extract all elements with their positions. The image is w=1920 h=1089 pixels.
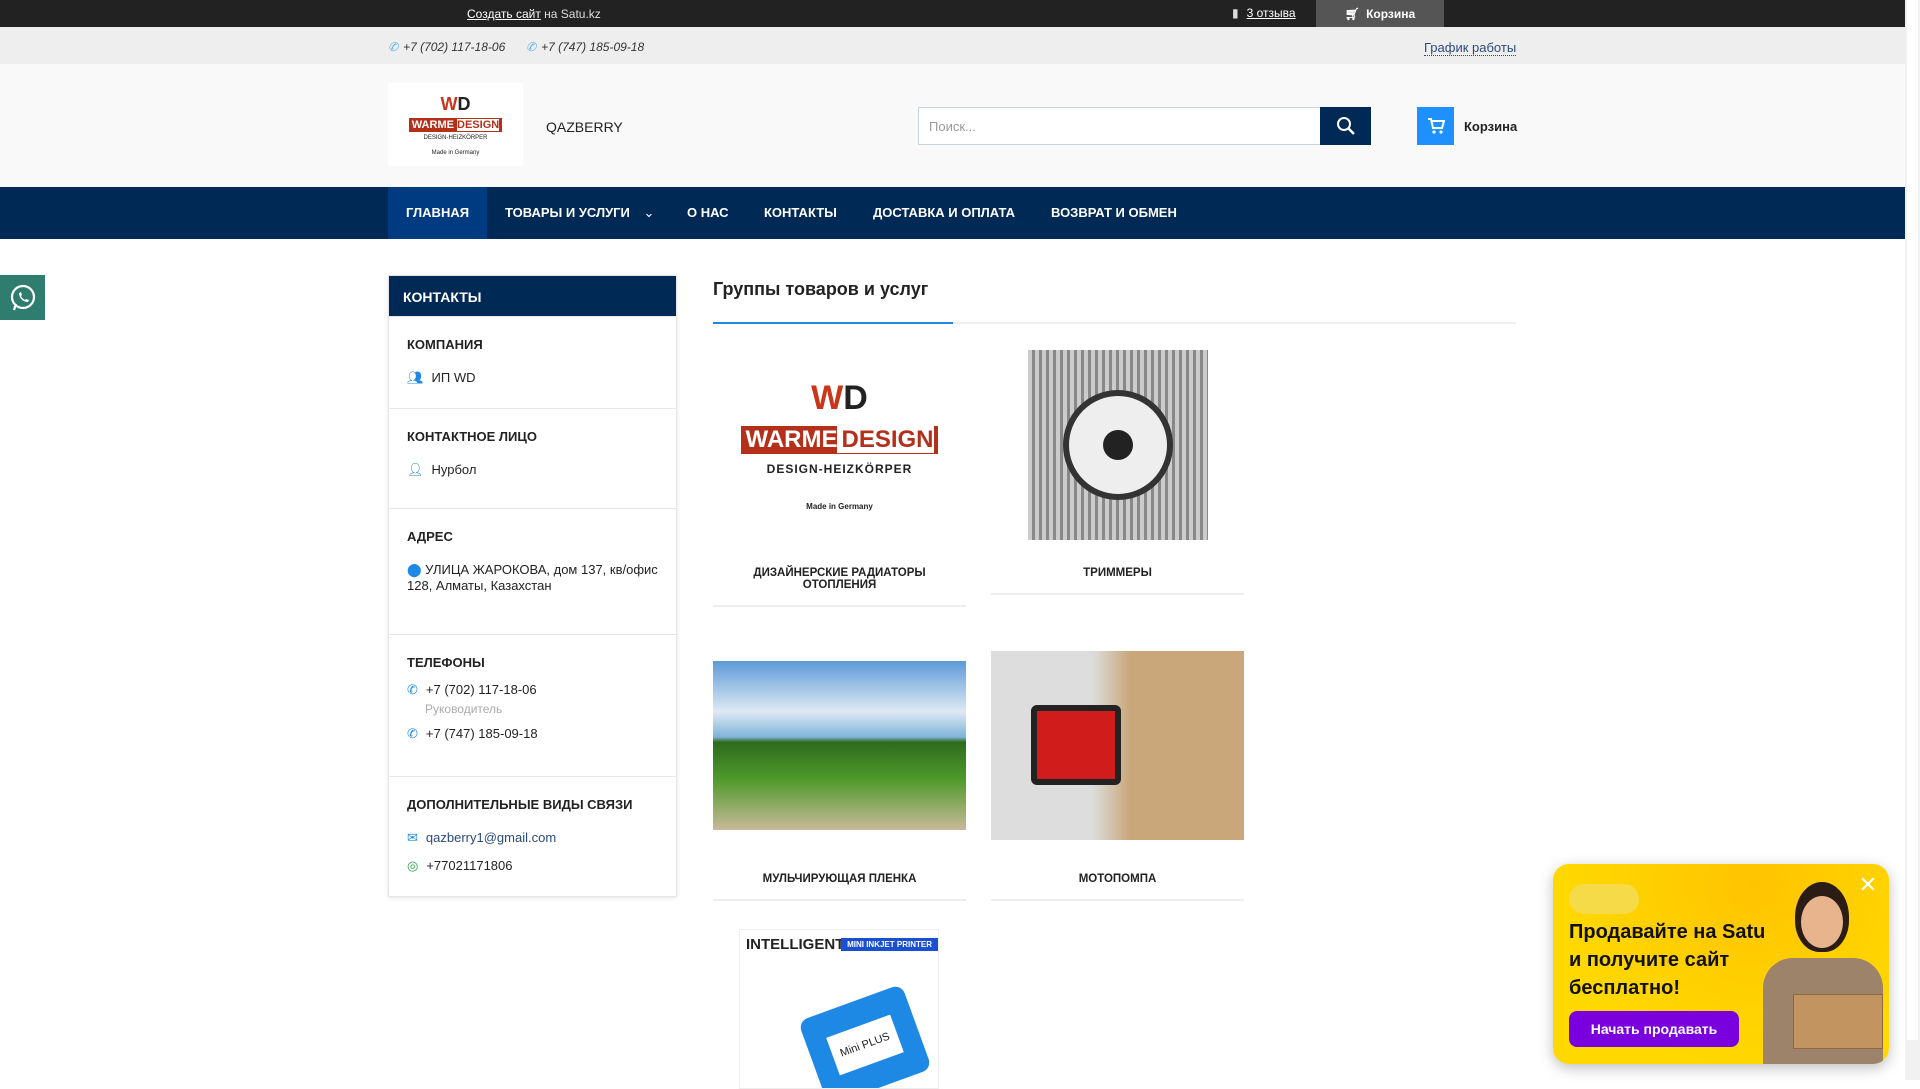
satu-promo-popup: Продавайте на Satu и получите сайт беспл… (1553, 864, 1889, 1064)
company-name: ИП WD (431, 370, 476, 385)
users-icon: 👥︎ (407, 370, 424, 385)
logo-mark: WD (440, 93, 471, 114)
search-icon (1336, 117, 1355, 135)
nav-home[interactable]: ГЛАВНАЯ (388, 187, 488, 239)
top-cart-button[interactable]: 🛒︎ Корзина (1316, 0, 1444, 27)
logo[interactable]: WD WARME DESIGN DESIGN-HEIZKÖRPER Made i… (388, 83, 523, 166)
phone-1-text: +7 (702) 117-18-06 (403, 40, 506, 54)
phone-icon: ✆ (526, 40, 537, 54)
phone-2[interactable]: ✆ +7 (747) 185-09-18 (526, 40, 644, 54)
phones-heading: ТЕЛЕФОНЫ (407, 655, 485, 670)
nav-contacts[interactable]: КОНТАКТЫ (764, 187, 837, 239)
whatsapp-number[interactable]: +77021171806 (426, 858, 512, 874)
whatsapp-icon (10, 284, 35, 310)
mail-icon: ✉ (407, 830, 418, 845)
category-title[interactable]: ДИЗАЙНЕРСКИЕ РАДИАТОРЫ ОТОПЛЕНИЯ (713, 567, 966, 607)
nav-returns[interactable]: ВОЗВРАТ И ОБМЕН (1051, 187, 1177, 239)
close-icon[interactable]: ✕ (1859, 872, 1877, 898)
category-title[interactable]: МОТОПОМПА (991, 873, 1244, 901)
printer-image-sub: MINI INKJET PRINTER (841, 938, 938, 951)
phone-icon: ✆ (407, 682, 418, 697)
whatsapp-icon: ◎ (407, 858, 419, 873)
reviews-link[interactable]: ▮ 3 отзыва (1232, 6, 1296, 20)
scrollbar-thumb[interactable] (1907, 0, 1918, 1040)
company-heading: КОМПАНИЯ (407, 337, 483, 352)
scrollbar[interactable] (1905, 0, 1920, 1080)
category-logo-small: Made in Germany (806, 502, 873, 511)
phone-bar: ✆ +7 (702) 117-18-06 ✆ +7 (747) 185-09-18 … (0, 27, 1905, 64)
person-name: Нурбол (431, 462, 477, 477)
category-title[interactable]: ТРИММЕРЫ (991, 567, 1244, 595)
schedule-link[interactable]: График работы (1424, 40, 1517, 56)
cart-icon (1417, 107, 1454, 145)
chevron-down-icon: ⌄ (643, 205, 655, 220)
search-input[interactable] (919, 108, 1319, 144)
company-section: КОМПАНИЯ 👥︎ ИП WD (389, 316, 676, 408)
category-card[interactable]: МУЛЬЧИРУЮЩАЯ ПЛЕНКА (713, 645, 966, 901)
sidebar-title: КОНТАКТЫ (389, 276, 676, 316)
create-site-text[interactable]: Создать сайт (467, 7, 541, 21)
category-logo-sub: DESIGN-HEIZKÖRPER (766, 462, 913, 476)
main-nav: ГЛАВНАЯ ТОВАРЫ И УСЛУГИ ⌄ О НАС КОНТАКТЫ… (0, 187, 1905, 239)
location-pin-icon: ⬤ (407, 562, 426, 577)
category-card[interactable]: INTELLIGENT MINI INKJET PRINTER Mini PLU… (739, 929, 939, 1089)
extra-heading: ДОПОЛНИТЕЛЬНЫЕ ВИДЫ СВЯЗИ (407, 797, 633, 812)
email-link[interactable]: qazberry1@gmail.com (426, 830, 556, 846)
phone-icon: ✆ (388, 40, 399, 54)
nav-delivery[interactable]: ДОСТАВКА И ОПЛАТА (873, 187, 1015, 239)
phone-2-text: +7 (747) 185-09-18 (541, 40, 645, 54)
category-title[interactable]: МУЛЬЧИРУЮЩАЯ ПЛЕНКА (713, 873, 966, 901)
comment-icon: ▮ (1232, 6, 1239, 20)
header-cart[interactable]: Корзина (1417, 107, 1517, 145)
shop-name: QAZBERRY (546, 119, 623, 135)
top-cart-label: Корзина (1366, 6, 1416, 21)
printer-image-label: Mini PLUS (826, 1014, 904, 1076)
category-card[interactable]: ТРИММЕРЫ (991, 345, 1244, 595)
user-icon: 👤︎ (407, 462, 424, 477)
category-card[interactable]: МОТОПОМПА (991, 645, 1244, 901)
category-image[interactable]: INTELLIGENT MINI INKJET PRINTER Mini PLU… (739, 929, 939, 1089)
phone-icon: ✆ (407, 726, 418, 741)
main-content: Группы товаров и услуг WD WARME DESIGN DE… (713, 275, 1516, 1089)
promo-text: Продавайте на Satu и получите сайт беспл… (1569, 921, 1766, 999)
person-section: КОНТАКТНОЕ ЛИЦО 👤︎ Нурбол (389, 408, 676, 508)
category-image[interactable]: WD WARME DESIGN DESIGN-HEIZKÖRPER Made in… (713, 345, 966, 545)
nav-products-label: ТОВАРЫ И УСЛУГИ (505, 205, 630, 220)
person-heading: КОНТАКТНОЕ ЛИЦО (407, 429, 537, 444)
phone-1[interactable]: ✆ +7 (702) 117-18-06 (388, 40, 505, 54)
search-box (918, 107, 1371, 145)
logo-sub: DESIGN-HEIZKÖRPER (423, 134, 488, 141)
logo-text: WARME DESIGN (408, 117, 503, 132)
page-title: Группы товаров и услуг (713, 279, 929, 299)
category-image[interactable] (713, 645, 966, 845)
address-heading: АДРЕС (407, 529, 453, 544)
category-image[interactable] (991, 645, 1244, 845)
address-section: АДРЕС ⬤ УЛИЦА ЖАРОКОВА, дом 137, кв/офис… (389, 508, 676, 634)
logo-small: Made in Germany (431, 149, 480, 156)
top-bar: Создать сайт на Satu.kz ▮ 3 отзыва 🛒︎ Корз… (0, 0, 1905, 27)
start-selling-button[interactable]: Начать продавать (1569, 1011, 1739, 1047)
reviews-text[interactable]: 3 отзыва (1247, 6, 1296, 20)
category-card[interactable]: WD WARME DESIGN DESIGN-HEIZKÖRPER Made in… (713, 345, 966, 607)
address-text: УЛИЦА ЖАРОКОВА, дом 137, кв/офис 128, Ал… (407, 562, 658, 593)
extra-contacts-section: ДОПОЛНИТЕЛЬНЫЕ ВИДЫ СВЯЗИ ✉ qazberry1@gma… (389, 776, 676, 896)
title-underline (713, 322, 1516, 324)
nav-products[interactable]: ТОВАРЫ И УСЛУГИ ⌄ (505, 187, 654, 239)
promo-person-image (1753, 874, 1889, 1064)
contacts-sidebar: КОНТАКТЫ КОМПАНИЯ 👥︎ ИП WD КОНТАКТНОЕ ЛИЦ… (388, 275, 677, 897)
search-button[interactable] (1320, 107, 1371, 145)
create-site-suffix: на Satu.kz (544, 7, 601, 21)
header: WD WARME DESIGN DESIGN-HEIZKÖRPER Made i… (0, 64, 1905, 187)
phones-section: ТЕЛЕФОНЫ ✆ +7 (702) 117-18-06 Руководител… (389, 634, 676, 776)
phone-1-note: Руководитель (425, 702, 503, 716)
nav-about[interactable]: О НАС (687, 187, 729, 239)
header-cart-label: Корзина (1464, 118, 1518, 134)
phone-1-value[interactable]: +7 (702) 117-18-06 (426, 682, 537, 698)
cart-icon: 🛒︎ (1344, 6, 1361, 21)
phone-2-value[interactable]: +7 (747) 185-09-18 (426, 726, 538, 742)
whatsapp-float-button[interactable] (0, 275, 45, 320)
category-image[interactable] (991, 345, 1244, 545)
cloud-decoration (1569, 884, 1639, 914)
create-site-link[interactable]: Создать сайт на Satu.kz (467, 7, 601, 21)
